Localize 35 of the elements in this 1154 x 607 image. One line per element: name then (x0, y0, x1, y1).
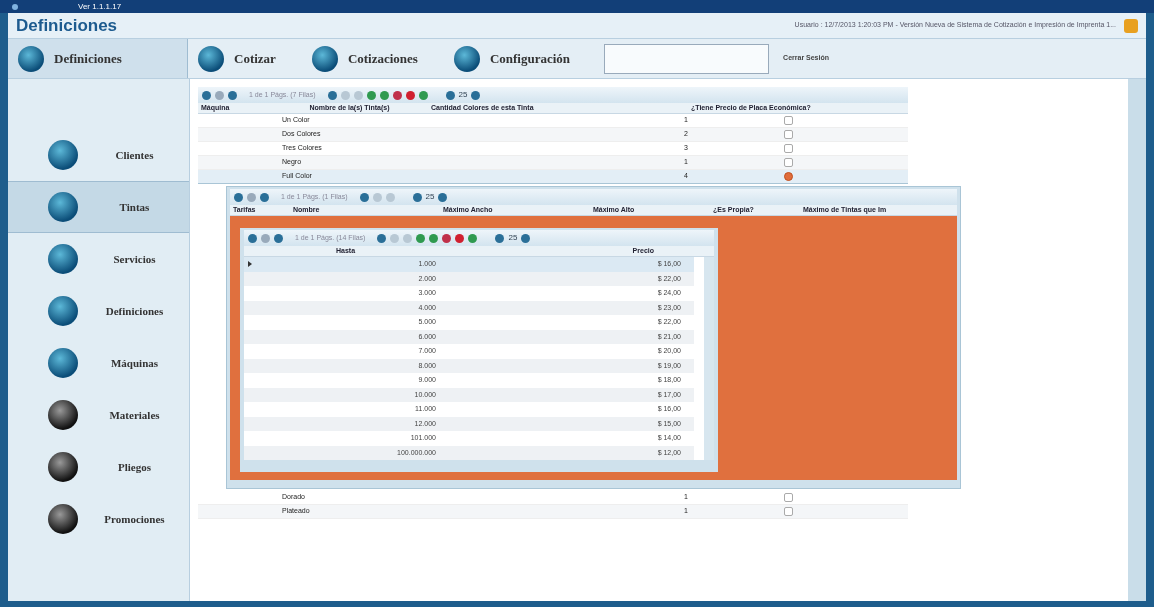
page-title: Definiciones (16, 14, 118, 37)
scroll-bar[interactable] (704, 257, 714, 460)
sidebar-item[interactable]: Promociones (8, 493, 189, 545)
sidebar-item[interactable]: Servicios (8, 233, 189, 285)
toolbar-icon[interactable] (412, 192, 422, 202)
app-icon (12, 3, 18, 10)
nav-tab[interactable]: Cotizar (188, 39, 302, 78)
page-size: 25 (425, 191, 435, 203)
current-row-marker (248, 261, 252, 268)
toolbar-icon[interactable] (521, 233, 531, 243)
checkbox[interactable] (783, 144, 793, 153)
checkbox[interactable] (783, 493, 793, 502)
sidebar-item[interactable]: Materiales (8, 389, 189, 441)
scroll-bar[interactable] (1128, 79, 1146, 601)
sidebar-item[interactable]: Pliegos (8, 441, 189, 493)
window-title: Ver 1.1.1.17 (78, 0, 122, 13)
sidebar-item[interactable]: Tintas (8, 181, 189, 233)
nav-tab[interactable]: Definiciones (8, 39, 188, 78)
page-size: 25 (458, 89, 468, 101)
checkbox[interactable] (783, 158, 793, 167)
toolbar-icon[interactable] (495, 233, 505, 243)
toolbar-icon[interactable] (445, 90, 455, 100)
search-field[interactable] (604, 44, 770, 74)
sidebar-item[interactable]: Máquinas (8, 337, 189, 389)
checkbox[interactable] (783, 130, 793, 139)
toolbar-icon[interactable] (438, 192, 448, 202)
checkbox[interactable] (783, 116, 793, 125)
sidebar-item[interactable]: Clientes (8, 129, 189, 181)
page-size: 25 (508, 232, 518, 244)
checkbox[interactable] (783, 507, 793, 516)
nav-tab[interactable]: Configuración (443, 39, 597, 78)
toolbar-icon[interactable] (471, 90, 481, 100)
nav-tab[interactable]: Cotizaciones (301, 39, 444, 78)
checkbox[interactable] (783, 172, 793, 181)
sidebar-item[interactable]: Definiciones (8, 285, 189, 337)
